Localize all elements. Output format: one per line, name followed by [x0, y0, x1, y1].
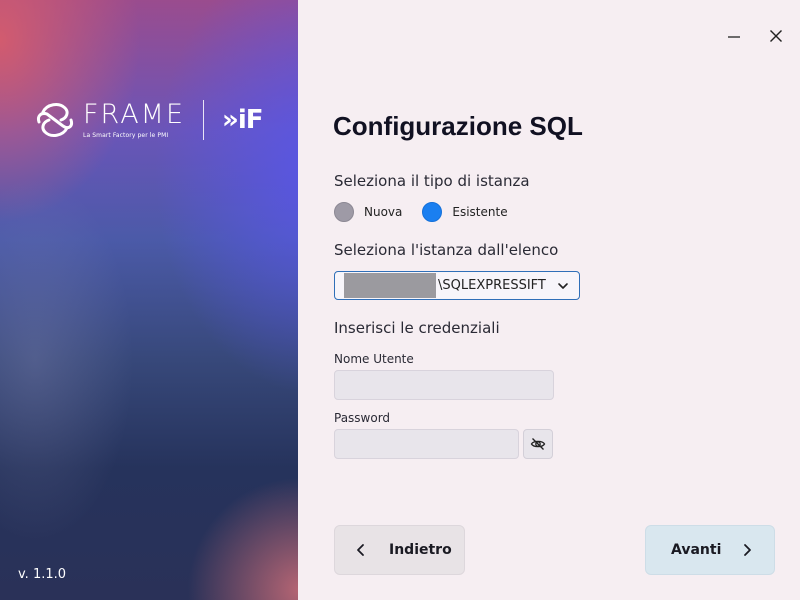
chevron-right-icon	[744, 544, 752, 556]
frame-wordmark-block: FRAME La Smart Factory per le PMI	[83, 99, 186, 140]
close-icon	[770, 30, 782, 42]
back-button-label: Indietro	[389, 542, 452, 558]
frame-wordmark: FRAME	[83, 99, 186, 130]
partner-logo: »iF	[222, 105, 263, 135]
radio-label-esistente: Esistente	[452, 205, 508, 219]
radio-indicator-nuova[interactable]	[334, 202, 354, 222]
brand-panel: FRAME La Smart Factory per le PMI »iF v.…	[0, 0, 298, 600]
password-input[interactable]	[334, 429, 519, 459]
eye-off-icon	[530, 438, 546, 450]
frame-tagline: La Smart Factory per le PMI	[83, 132, 169, 139]
close-button[interactable]	[766, 26, 786, 46]
username-label: Nome Utente	[334, 352, 414, 366]
chevron-left-icon	[357, 544, 364, 556]
instance-type-label: Seleziona il tipo di istanza	[334, 172, 530, 190]
minimize-button[interactable]	[724, 26, 744, 46]
radio-nuova[interactable]: Nuova	[334, 202, 402, 222]
credentials-label: Inserisci le credenziali	[334, 319, 500, 337]
instance-type-radio-group: Nuova Esistente	[334, 202, 528, 222]
back-button[interactable]: Indietro	[334, 525, 465, 575]
window-controls	[724, 26, 786, 46]
instance-select-value: \SQLEXPRESSIFT	[438, 278, 546, 293]
minimize-icon	[728, 36, 740, 38]
password-label: Password	[334, 411, 391, 425]
radio-label-nuova: Nuova	[364, 205, 403, 219]
page-title: Configurazione SQL	[333, 111, 583, 141]
next-button[interactable]: Avanti	[645, 525, 775, 575]
next-button-label: Avanti	[671, 542, 722, 558]
radio-indicator-esistente[interactable]	[422, 202, 443, 222]
redacted-server-name	[344, 273, 436, 298]
version-label: v. 1.1.0	[18, 567, 67, 582]
chevron-down-icon	[558, 283, 568, 289]
toggle-password-visibility-button[interactable]	[523, 429, 553, 459]
radio-esistente[interactable]: Esistente	[422, 202, 508, 222]
frame-logo-mark	[37, 103, 73, 137]
logo-group: FRAME La Smart Factory per le PMI »iF	[33, 98, 264, 142]
instance-select-label: Seleziona l'istanza dall'elenco	[334, 241, 559, 259]
instance-select[interactable]: \SQLEXPRESSIFT	[334, 271, 580, 300]
username-input[interactable]	[334, 370, 554, 400]
logo-divider	[203, 100, 205, 140]
